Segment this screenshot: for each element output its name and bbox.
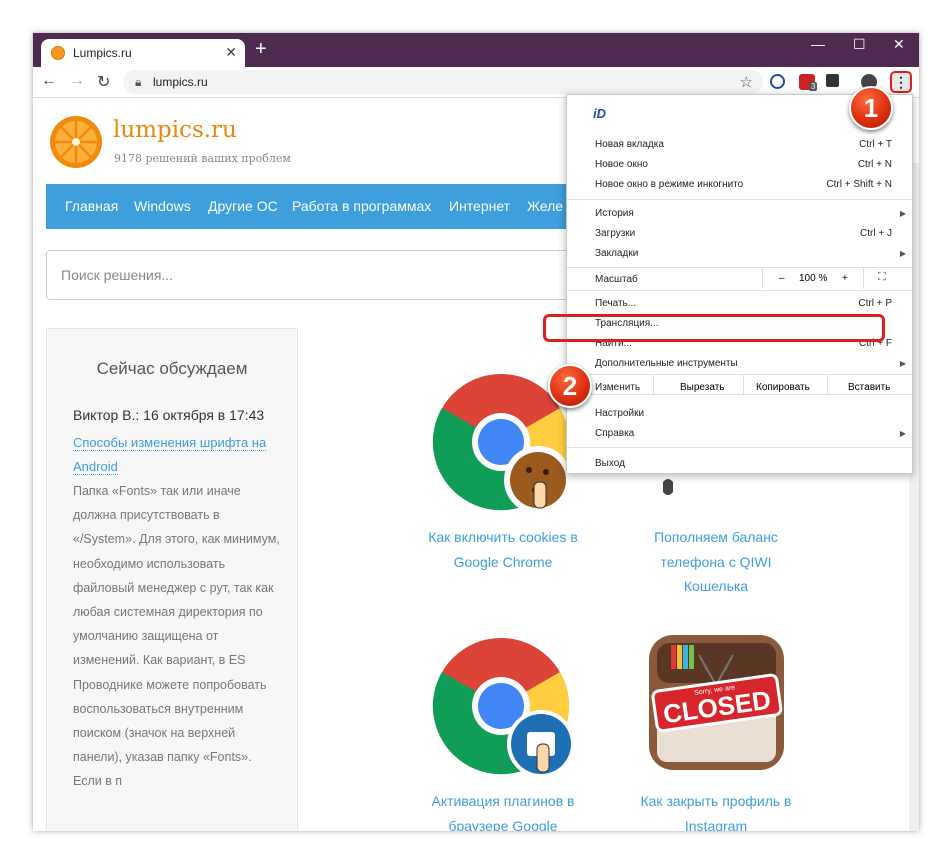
submenu-arrow-icon: ▶: [899, 249, 906, 258]
submenu-arrow-icon: ▶: [899, 429, 906, 438]
copy-button[interactable]: Копировать: [756, 382, 810, 393]
globe-extension-icon[interactable]: [770, 74, 785, 89]
menu-divider: [567, 267, 912, 268]
fullscreen-icon[interactable]: ⛶: [878, 271, 886, 284]
chrome-plugin-image[interactable]: [431, 636, 581, 781]
menu-item-help[interactable]: Справка: [595, 428, 634, 439]
step-badge-2: 2: [548, 364, 592, 408]
menu-item-new-window[interactable]: Новое окно: [595, 159, 648, 170]
menu-item-history[interactable]: История: [595, 208, 634, 219]
browser-window: Lumpics.ru ✕ + — ☐ ✕ ← → ↻ 🔒︎ lumpics.ru…: [33, 33, 919, 831]
menu-item-incognito[interactable]: Новое окно в режиме инкогнито: [595, 179, 743, 190]
shortcut-new-tab: Ctrl + T: [859, 139, 892, 150]
menu-item-zoom: Масштаб: [595, 274, 638, 285]
zoom-divider: [762, 267, 763, 289]
menu-logo: iD: [593, 106, 606, 121]
tab-close-icon[interactable]: ✕: [225, 44, 237, 61]
menu-item-more-tools[interactable]: Дополнительные инструменты: [595, 358, 738, 369]
menu-divider: [567, 374, 912, 375]
shortcut-downloads: Ctrl + J: [860, 228, 892, 239]
bookmark-star-icon[interactable]: ☆: [740, 73, 753, 91]
box-extension-icon[interactable]: [826, 74, 839, 87]
extension-badge: 3: [809, 82, 818, 91]
close-window-button[interactable]: ✕: [893, 36, 905, 53]
search-placeholder: Поиск решения...: [61, 267, 174, 283]
step-badge-1: 1: [849, 86, 893, 130]
sidebar-discussion: Сейчас обсуждаем Виктор В.: 16 октября в…: [46, 328, 298, 831]
forward-icon[interactable]: →: [69, 72, 85, 90]
menu-item-exit[interactable]: Выход: [595, 458, 625, 469]
card-caption[interactable]: Как включить cookies в Google Chrome: [413, 525, 593, 574]
lock-icon: 🔒︎: [135, 75, 142, 89]
nav-item-internet[interactable]: Интернет: [449, 198, 510, 214]
edit-divider: [653, 374, 654, 394]
shortcut-incognito: Ctrl + Shift + N: [826, 179, 892, 190]
back-icon[interactable]: ←: [41, 72, 57, 90]
zoom-divider: [863, 267, 864, 289]
nav-item-hardware[interactable]: Желе: [527, 198, 563, 214]
nav-item-windows[interactable]: Windows: [134, 198, 191, 214]
site-tagline: 9178 решений ваших проблем: [114, 152, 291, 165]
edit-divider: [743, 374, 744, 394]
paste-button[interactable]: Вставить: [848, 382, 890, 393]
cut-button[interactable]: Вырезать: [680, 382, 724, 393]
tab-title: Lumpics.ru: [73, 46, 132, 60]
shortcut-print: Ctrl + P: [858, 298, 892, 309]
menu-item-edit: Изменить: [595, 382, 641, 393]
title-bar: Lumpics.ru ✕ + — ☐ ✕: [33, 33, 919, 67]
zoom-in-button[interactable]: +: [842, 273, 848, 284]
reload-icon[interactable]: ↻: [97, 72, 110, 92]
submenu-arrow-icon: ▶: [899, 359, 906, 368]
card-caption[interactable]: Пополняем баланс телефона с QIWI Кошельк…: [636, 525, 796, 599]
submenu-arrow-icon: ▶: [899, 209, 906, 218]
comment-author: Виктор В.: 16 октября в 17:43: [73, 407, 265, 423]
menu-item-downloads[interactable]: Загрузки: [595, 228, 635, 239]
new-tab-button[interactable]: +: [255, 39, 267, 59]
tab-lumpics[interactable]: Lumpics.ru ✕: [41, 39, 245, 67]
url-text: lumpics.ru: [153, 75, 208, 89]
orange-logo-icon: [50, 116, 102, 168]
sidebar-heading: Сейчас обсуждаем: [96, 359, 248, 378]
menu-item-settings[interactable]: Настройки: [595, 408, 644, 419]
shortcut-new-window: Ctrl + N: [857, 159, 892, 170]
comment-article-link[interactable]: Способы изменения шрифта на Android: [73, 431, 273, 479]
card-caption[interactable]: Активация плагинов в браузере Google Chr…: [423, 789, 583, 831]
menu-divider: [567, 447, 912, 448]
menu-item-bookmarks[interactable]: Закладки: [595, 248, 638, 259]
menu-item-print[interactable]: Печать...: [595, 298, 636, 309]
menu-divider: [567, 394, 912, 395]
qiwi-image[interactable]: [661, 478, 675, 500]
minimize-button[interactable]: —: [811, 36, 825, 52]
edit-divider: [827, 374, 828, 394]
comment-link-text[interactable]: Способы изменения шрифта на Android: [73, 435, 267, 475]
nav-item-home[interactable]: Главная: [65, 198, 118, 214]
nav-item-other-os[interactable]: Другие ОС: [208, 198, 278, 214]
card-caption[interactable]: Как закрыть профиль в Instagram: [636, 789, 796, 831]
site-brand[interactable]: lumpics.ru: [113, 117, 237, 143]
zoom-value: 100 %: [799, 273, 828, 284]
maximize-button[interactable]: ☐: [853, 36, 866, 53]
menu-item-new-tab[interactable]: Новая вкладка: [595, 139, 664, 150]
menu-divider: [567, 199, 912, 200]
menu-divider: [567, 290, 912, 291]
zoom-out-button[interactable]: –: [779, 273, 785, 284]
nav-item-programs[interactable]: Работа в программах: [292, 198, 431, 214]
favicon-icon: [51, 46, 65, 60]
chrome-menu-button[interactable]: ⋮: [890, 71, 912, 93]
instagram-closed-image[interactable]: Sorry, we are CLOSED: [649, 635, 784, 770]
comment-text: Папка «Fonts» так или иначе должна прису…: [73, 484, 280, 789]
more-tools-highlight: [543, 314, 885, 342]
chrome-main-menu: iD Новая вкладка Ctrl + T Новое окно Ctr…: [566, 94, 913, 474]
address-bar[interactable]: 🔒︎ lumpics.ru ☆: [123, 70, 763, 94]
